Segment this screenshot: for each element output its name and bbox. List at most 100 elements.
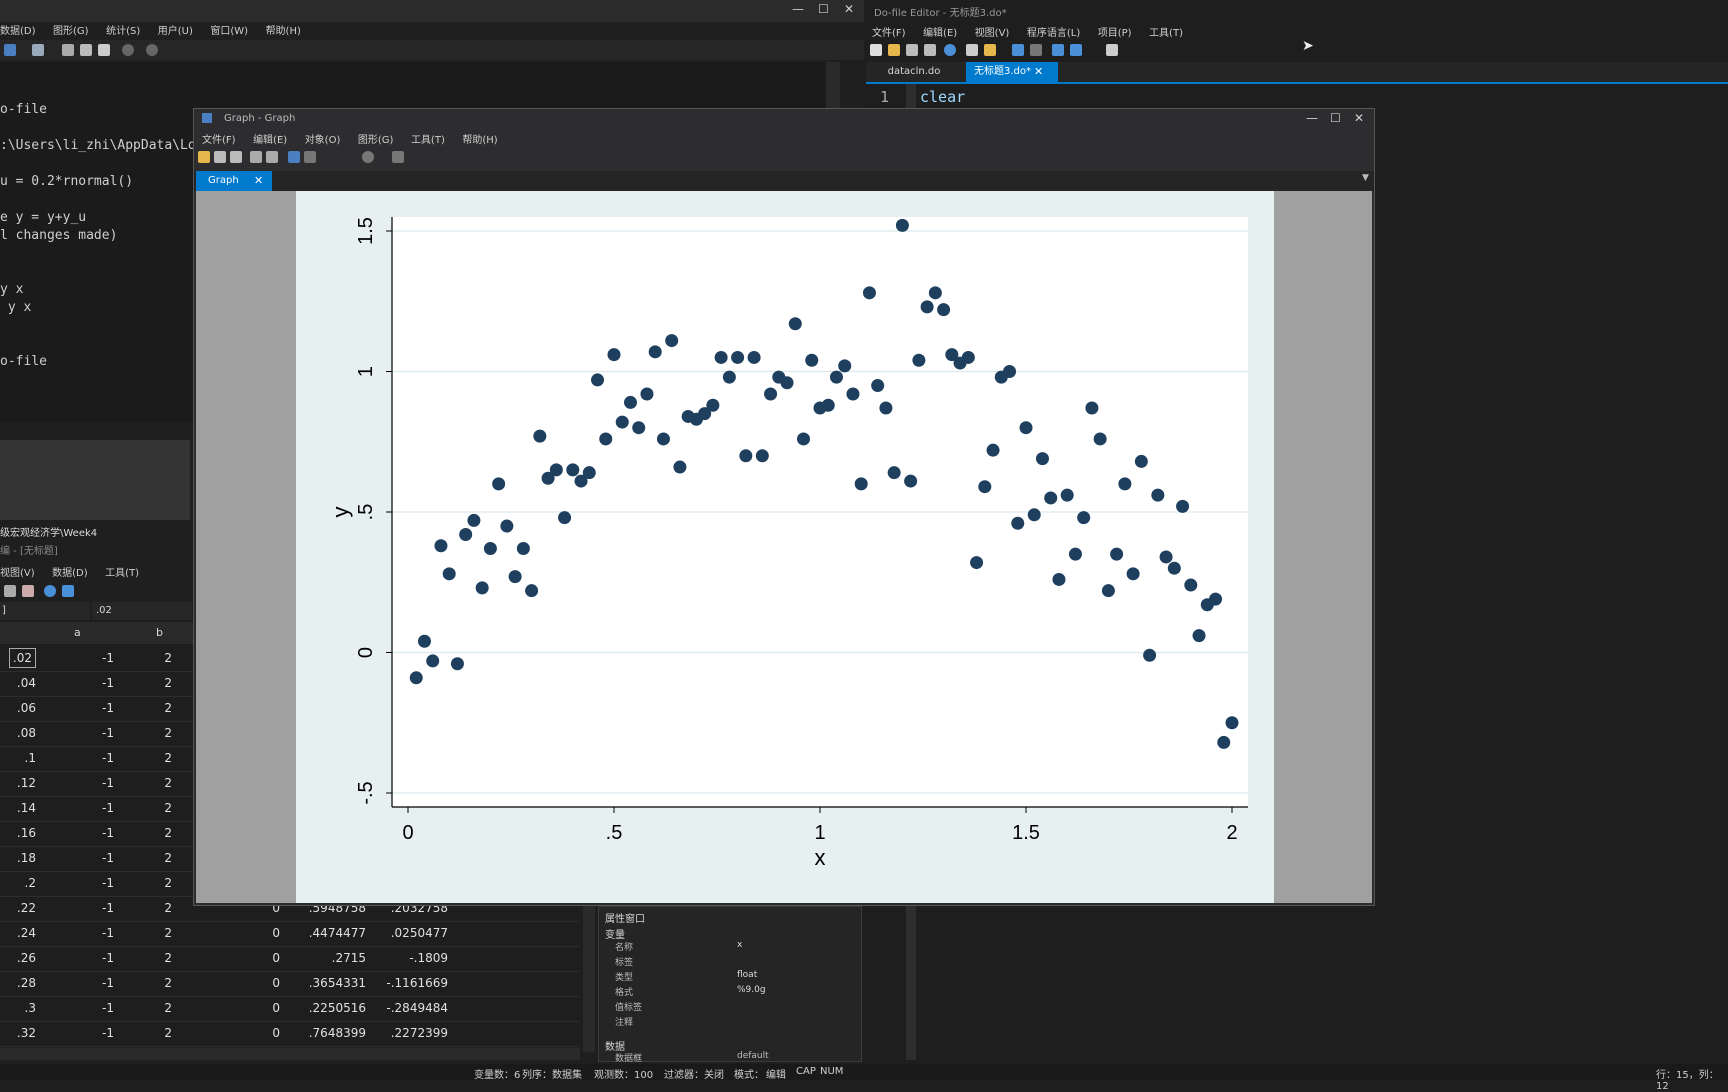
table-row[interactable]: .24 -1 2 0 .4474477 .0250477 — [0, 921, 580, 947]
table-cell[interactable]: -1 — [102, 751, 114, 765]
table-row[interactable]: .32 -1 2 0 .7648399 .2272399 — [0, 1021, 580, 1047]
table-cell[interactable]: -1 — [102, 701, 114, 715]
table-cell[interactable]: .3654331 — [309, 976, 366, 990]
new-icon[interactable] — [870, 44, 882, 56]
table-cell[interactable]: -.1809 — [409, 951, 448, 965]
table-cell[interactable]: 2 — [164, 751, 172, 765]
table-cell[interactable]: -1 — [102, 976, 114, 990]
menu-data[interactable]: 数据(D) — [0, 26, 36, 37]
stop-icon[interactable] — [304, 151, 316, 163]
command-panel[interactable] — [0, 440, 190, 520]
editor-icon[interactable] — [62, 44, 74, 56]
table-cell[interactable]: 2 — [164, 801, 172, 815]
browser-icon[interactable] — [80, 44, 92, 56]
cut-icon[interactable] — [966, 44, 978, 56]
table-cell[interactable]: .06 — [17, 701, 36, 715]
table-cell[interactable]: -1 — [102, 901, 114, 915]
indent-icon[interactable] — [1052, 44, 1064, 56]
table-cell[interactable]: .08 — [17, 726, 36, 740]
outdent-icon[interactable] — [1070, 44, 1082, 56]
minimize-icon[interactable]: — — [1306, 111, 1318, 125]
menu-tools[interactable]: 工具(T) — [411, 135, 445, 146]
table-cell[interactable]: .32 — [17, 1026, 36, 1040]
menu-object[interactable]: 对象(O) — [305, 135, 341, 146]
menu-help[interactable]: 帮助(H) — [266, 26, 301, 37]
table-cell[interactable]: -1 — [102, 926, 114, 940]
copy-icon[interactable] — [250, 151, 262, 163]
menu-graph[interactable]: 图形(G) — [358, 135, 394, 146]
chevron-down-icon[interactable]: ▼ — [1362, 173, 1369, 183]
table-cell[interactable]: -1 — [102, 826, 114, 840]
table-cell[interactable]: -.2849484 — [386, 1001, 448, 1015]
table-cell[interactable]: .26 — [17, 951, 36, 965]
table-cell[interactable]: .0250477 — [391, 926, 448, 940]
table-cell[interactable]: 2 — [164, 701, 172, 715]
table-cell[interactable]: .22 — [17, 901, 36, 915]
table-cell[interactable]: 2 — [164, 1026, 172, 1040]
table-cell[interactable]: 0 — [272, 1001, 280, 1015]
table-cell[interactable]: 2 — [164, 651, 172, 665]
close-tab-icon[interactable]: ✕ — [1034, 65, 1043, 78]
table-cell[interactable]: -1 — [102, 951, 114, 965]
redo-icon[interactable] — [1030, 44, 1042, 56]
table-cell[interactable]: 2 — [164, 876, 172, 890]
table-cell[interactable]: .1 — [25, 751, 36, 765]
table-cell[interactable]: 2 — [164, 826, 172, 840]
tab-untitled3[interactable]: 无标题3.do* — [966, 62, 1058, 82]
filter-icon[interactable] — [62, 585, 74, 597]
open-icon[interactable] — [198, 151, 210, 163]
table-cell[interactable]: -1 — [102, 876, 114, 890]
menu-user[interactable]: 用户(U) — [158, 26, 193, 37]
break-icon[interactable] — [146, 44, 158, 56]
table-cell[interactable]: -1 — [102, 776, 114, 790]
table-cell[interactable]: -1 — [102, 851, 114, 865]
save-icon[interactable] — [214, 151, 226, 163]
save-icon[interactable] — [906, 44, 918, 56]
table-cell[interactable]: 2 — [164, 851, 172, 865]
run-icon[interactable] — [1106, 44, 1118, 56]
table-cell[interactable]: 0 — [272, 1026, 280, 1040]
menu-file[interactable]: 文件(F) — [202, 135, 236, 146]
menu-statistics[interactable]: 统计(S) — [106, 26, 140, 37]
table-cell[interactable]: 0 — [272, 926, 280, 940]
table-cell[interactable]: .2 — [25, 876, 36, 890]
table-row[interactable]: .26 -1 2 0 .2715 -.1809 — [0, 946, 580, 972]
menu-tools[interactable]: 工具(T) — [105, 568, 139, 579]
prop-value[interactable]: float — [737, 970, 757, 980]
table-cell[interactable]: 2 — [164, 676, 172, 690]
undo-icon[interactable] — [1012, 44, 1024, 56]
menu-graphics[interactable]: 图形(G) — [53, 26, 89, 37]
table-cell[interactable]: .16 — [17, 826, 36, 840]
table-cell[interactable]: 2 — [164, 776, 172, 790]
minimize-icon[interactable]: — — [792, 2, 804, 16]
search-icon[interactable] — [44, 585, 56, 597]
table-cell[interactable]: .3 — [25, 1001, 36, 1015]
paste-icon[interactable] — [22, 585, 34, 597]
table-cell[interactable]: 2 — [164, 901, 172, 915]
table-cell[interactable]: -1 — [102, 651, 114, 665]
code-line[interactable]: clear — [920, 88, 965, 106]
menu-view[interactable]: 视图(V) — [975, 28, 1010, 39]
close-icon[interactable]: ✕ — [844, 2, 854, 16]
table-cell[interactable]: -1 — [102, 1026, 114, 1040]
column-header-b[interactable]: b — [156, 626, 163, 639]
table-icon[interactable] — [98, 44, 110, 56]
table-cell[interactable]: .7648399 — [309, 1026, 366, 1040]
maximize-icon[interactable]: ☐ — [818, 2, 829, 16]
menu-project[interactable]: 项目(P) — [1098, 28, 1132, 39]
table-cell[interactable]: 2 — [164, 726, 172, 740]
prop-value[interactable]: x — [737, 940, 742, 950]
table-cell[interactable]: .02 — [8, 648, 36, 668]
table-cell[interactable]: .2272399 — [391, 1026, 448, 1040]
table-cell[interactable]: 2 — [164, 1001, 172, 1015]
column-header-a[interactable]: a — [74, 626, 81, 639]
table-cell[interactable]: .4474477 — [309, 926, 366, 940]
table-row[interactable]: .28 -1 2 0 .3654331 -.1161669 — [0, 971, 580, 997]
grid-hscrollbar[interactable] — [0, 1048, 580, 1060]
table-row[interactable]: .3 -1 2 0 .2250516 -.2849484 — [0, 996, 580, 1022]
grid-scrollbar[interactable] — [583, 906, 595, 1052]
menu-edit[interactable]: 编辑(E) — [253, 135, 287, 146]
print-icon[interactable] — [924, 44, 936, 56]
menu-data[interactable]: 数据(D) — [52, 568, 88, 579]
table-cell[interactable]: .12 — [17, 776, 36, 790]
